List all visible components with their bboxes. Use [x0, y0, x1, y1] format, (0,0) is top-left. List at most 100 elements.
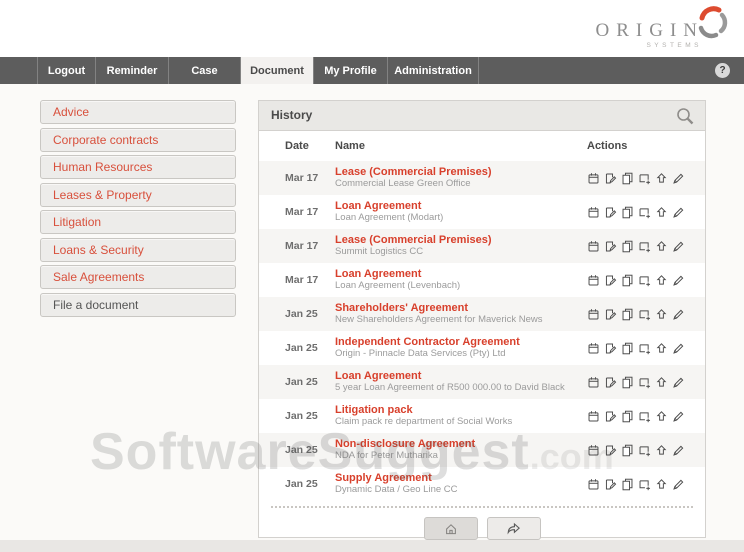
upload-icon[interactable]: [655, 478, 668, 491]
table-row[interactable]: Jan 25 Independent Contractor Agreement …: [259, 331, 705, 365]
sidebar-item-sale-agreements[interactable]: Sale Agreements: [40, 265, 236, 289]
document-link[interactable]: Independent Contractor Agreement: [335, 336, 587, 349]
panel-header: History: [259, 101, 705, 131]
table-row[interactable]: Mar 17 Loan Agreement Loan Agreement (Le…: [259, 263, 705, 297]
upload-icon[interactable]: [655, 342, 668, 355]
pencil-icon[interactable]: [672, 274, 685, 287]
nav-tab-my-profile[interactable]: My Profile: [313, 57, 387, 84]
table-row[interactable]: Mar 17 Loan Agreement Loan Agreement (Mo…: [259, 195, 705, 229]
copy-icon[interactable]: [621, 172, 634, 185]
pencil-icon[interactable]: [672, 172, 685, 185]
pencil-icon[interactable]: [672, 376, 685, 389]
document-link[interactable]: Loan Agreement: [335, 268, 587, 281]
edit-document-icon[interactable]: [604, 206, 617, 219]
document-link[interactable]: Supply Agreement: [335, 472, 587, 485]
copy-icon[interactable]: [621, 478, 634, 491]
document-link[interactable]: Loan Agreement: [335, 200, 587, 213]
pencil-icon[interactable]: [672, 478, 685, 491]
row-name-cell: Lease (Commercial Premises) Commercial L…: [335, 166, 587, 191]
document-link[interactable]: Lease (Commercial Premises): [335, 234, 587, 247]
table-row[interactable]: Jan 25 Loan Agreement 5 year Loan Agreem…: [259, 365, 705, 399]
check-in-icon[interactable]: [638, 410, 651, 423]
copy-icon[interactable]: [621, 206, 634, 219]
upload-icon[interactable]: [655, 240, 668, 253]
check-in-icon[interactable]: [638, 376, 651, 389]
edit-document-icon[interactable]: [604, 342, 617, 355]
table-row[interactable]: Jan 25 Shareholders' Agreement New Share…: [259, 297, 705, 331]
upload-icon[interactable]: [655, 308, 668, 321]
document-link[interactable]: Shareholders' Agreement: [335, 302, 587, 315]
calendar-icon[interactable]: [587, 172, 600, 185]
copy-icon[interactable]: [621, 410, 634, 423]
table-row[interactable]: Jan 25 Litigation pack Claim pack re dep…: [259, 399, 705, 433]
forward-button[interactable]: [486, 517, 541, 540]
sidebar-item-loans-security[interactable]: Loans & Security: [40, 237, 236, 262]
help-button[interactable]: ?: [715, 63, 730, 78]
calendar-icon[interactable]: [587, 376, 600, 389]
table-row[interactable]: Jan 25 Non-disclosure Agreement NDA for …: [259, 433, 705, 467]
sidebar-item-advice[interactable]: Advice: [40, 100, 236, 124]
nav-tab-administration[interactable]: Administration: [387, 57, 479, 84]
document-link[interactable]: Lease (Commercial Premises): [335, 166, 587, 179]
home-button[interactable]: [423, 517, 478, 540]
check-in-icon[interactable]: [638, 172, 651, 185]
calendar-icon[interactable]: [587, 342, 600, 355]
upload-icon[interactable]: [655, 410, 668, 423]
sidebar-item-human-resources[interactable]: Human Resources: [40, 155, 236, 179]
sidebar-item-file-a-document[interactable]: File a document: [40, 292, 236, 317]
pencil-icon[interactable]: [672, 444, 685, 457]
check-in-icon[interactable]: [638, 274, 651, 287]
table-row[interactable]: Mar 17 Lease (Commercial Premises) Summi…: [259, 229, 705, 263]
pencil-icon[interactable]: [672, 308, 685, 321]
copy-icon[interactable]: [621, 308, 634, 321]
check-in-icon[interactable]: [638, 240, 651, 253]
calendar-icon[interactable]: [587, 274, 600, 287]
edit-document-icon[interactable]: [604, 410, 617, 423]
upload-icon[interactable]: [655, 274, 668, 287]
search-icon[interactable]: [675, 106, 695, 126]
calendar-icon[interactable]: [587, 410, 600, 423]
edit-document-icon[interactable]: [604, 376, 617, 389]
upload-icon[interactable]: [655, 172, 668, 185]
sidebar-item-litigation[interactable]: Litigation: [40, 210, 236, 234]
sidebar-item-leases-property[interactable]: Leases & Property: [40, 182, 236, 207]
calendar-icon[interactable]: [587, 308, 600, 321]
calendar-icon[interactable]: [587, 240, 600, 253]
sidebar-item-corporate-contracts[interactable]: Corporate contracts: [40, 127, 236, 152]
table-row[interactable]: Mar 17 Lease (Commercial Premises) Comme…: [259, 161, 705, 195]
upload-icon[interactable]: [655, 206, 668, 219]
upload-icon[interactable]: [655, 444, 668, 457]
edit-document-icon[interactable]: [604, 274, 617, 287]
calendar-icon[interactable]: [587, 478, 600, 491]
nav-tab-document[interactable]: Document: [240, 57, 313, 84]
document-link[interactable]: Loan Agreement: [335, 370, 587, 383]
edit-document-icon[interactable]: [604, 444, 617, 457]
copy-icon[interactable]: [621, 274, 634, 287]
copy-icon[interactable]: [621, 376, 634, 389]
document-link[interactable]: Litigation pack: [335, 404, 587, 417]
copy-icon[interactable]: [621, 444, 634, 457]
nav-tab-logout[interactable]: Logout: [37, 57, 95, 84]
check-in-icon[interactable]: [638, 308, 651, 321]
copy-icon[interactable]: [621, 240, 634, 253]
calendar-icon[interactable]: [587, 206, 600, 219]
document-link[interactable]: Non-disclosure Agreement: [335, 438, 587, 451]
pencil-icon[interactable]: [672, 410, 685, 423]
table-row[interactable]: Jan 25 Supply Agreement Dynamic Data / G…: [259, 467, 705, 501]
check-in-icon[interactable]: [638, 478, 651, 491]
check-in-icon[interactable]: [638, 444, 651, 457]
edit-document-icon[interactable]: [604, 240, 617, 253]
calendar-icon[interactable]: [587, 444, 600, 457]
edit-document-icon[interactable]: [604, 308, 617, 321]
pencil-icon[interactable]: [672, 240, 685, 253]
nav-tab-case[interactable]: Case: [168, 57, 240, 84]
check-in-icon[interactable]: [638, 342, 651, 355]
upload-icon[interactable]: [655, 376, 668, 389]
nav-tab-reminder[interactable]: Reminder: [95, 57, 168, 84]
pencil-icon[interactable]: [672, 342, 685, 355]
edit-document-icon[interactable]: [604, 478, 617, 491]
pencil-icon[interactable]: [672, 206, 685, 219]
copy-icon[interactable]: [621, 342, 634, 355]
check-in-icon[interactable]: [638, 206, 651, 219]
edit-document-icon[interactable]: [604, 172, 617, 185]
